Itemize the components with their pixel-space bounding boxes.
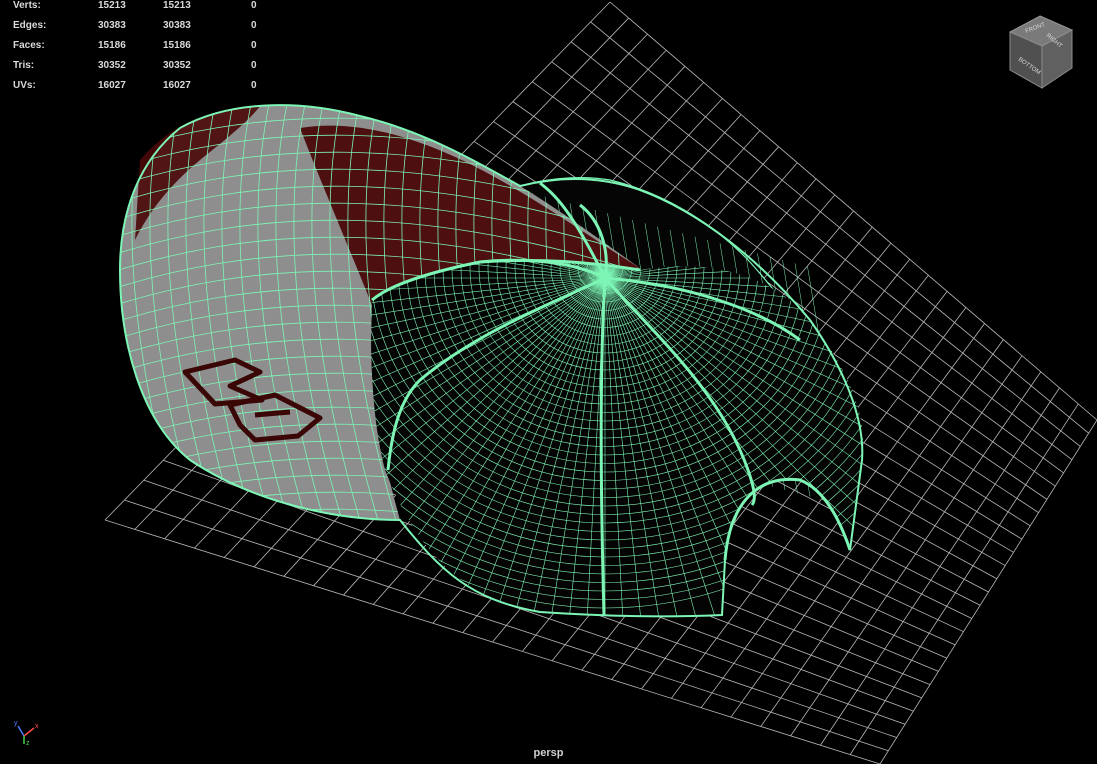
hud-label: Verts: [13,0,41,11]
hud-value: 30383 [98,20,126,31]
axis-indicator: y x z [14,720,39,747]
hud-value: 15213 [163,0,191,11]
hud-value: 15186 [163,40,191,51]
hud-value: 16027 [163,80,191,91]
hud-row-faces: Faces: 15186 15186 0 [0,40,300,60]
hud-label: UVs: [13,80,36,91]
hud-value: 15213 [98,0,126,11]
axis-y-label: y [14,720,18,727]
hud-value: 0 [251,0,257,11]
hud-label: Tris: [13,60,35,71]
maya-perspective-viewport[interactable]: Verts: 15213 15213 0 Edges: 30383 30383 … [0,0,1097,764]
grid-line [849,403,1079,755]
axis-x-line [23,727,35,737]
scene-canvas[interactable] [0,0,1097,764]
camera-name-label: persp [533,747,564,759]
view-cube[interactable]: FRONT RIGHT BOTTOM [1000,10,1090,100]
hud-row-verts: Verts: 15213 15213 0 [0,0,300,20]
axis-z-label: z [26,740,30,747]
heads-up-poly-count: Verts: 15213 15213 0 Edges: 30383 30383 … [0,0,300,100]
grid-line [879,419,1097,764]
hud-label: Faces: [13,40,45,51]
hud-row-tris: Tris: 30352 30352 0 [0,60,300,80]
hud-label: Edges: [13,20,47,31]
hud-row-edges: Edges: 30383 30383 0 [0,20,300,40]
hud-value: 0 [251,40,257,51]
hud-value: 16027 [98,80,126,91]
hud-value: 0 [251,20,257,31]
hud-value: 30352 [163,60,191,71]
axis-x-label: x [35,723,39,730]
hud-value: 30383 [163,20,191,31]
axis-y-line [17,725,25,737]
hud-value: 15186 [98,40,126,51]
hud-value: 0 [251,60,257,71]
hud-value: 30352 [98,60,126,71]
hud-row-uvs: UVs: 16027 16027 0 [0,80,300,100]
hud-value: 0 [251,80,257,91]
